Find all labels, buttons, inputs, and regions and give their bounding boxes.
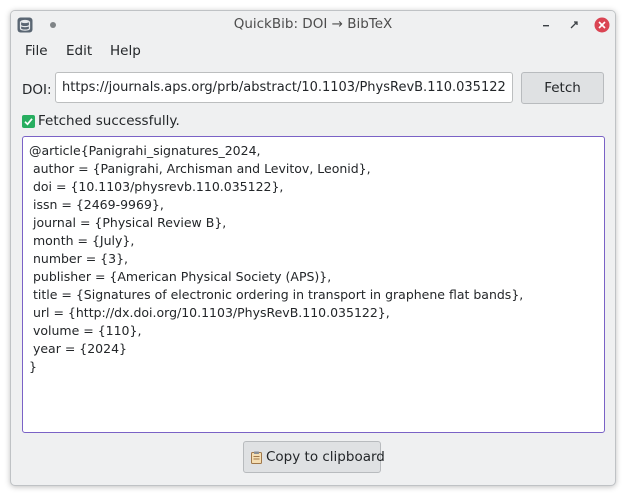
doi-label: DOI: [22,82,52,98]
copy-button-label: Copy to clipboard [266,449,385,465]
menu-help[interactable]: Help [110,43,141,59]
menu-bar: File Edit Help [11,40,615,62]
doi-input[interactable] [55,72,513,103]
menu-file[interactable]: File [25,43,48,59]
title-bar[interactable]: QuickBib: DOI → BibTeX [11,11,615,39]
minimize-icon[interactable] [538,17,554,33]
close-icon[interactable] [594,17,610,33]
window-title: QuickBib: DOI → BibTeX [233,16,393,32]
check-icon [22,115,35,128]
app-window: QuickBib: DOI → BibTeX File Edit Help DO… [10,10,616,486]
bibtex-output[interactable]: @article{Panigrahi_signatures_2024, auth… [22,136,605,433]
status-message: Fetched successfully. [38,113,180,129]
clipboard-icon [251,451,262,464]
menu-edit[interactable]: Edit [66,43,92,59]
fetch-button[interactable]: Fetch [521,72,604,104]
copy-to-clipboard-button[interactable]: Copy to clipboard [243,441,385,473]
maximize-icon[interactable] [566,17,582,33]
